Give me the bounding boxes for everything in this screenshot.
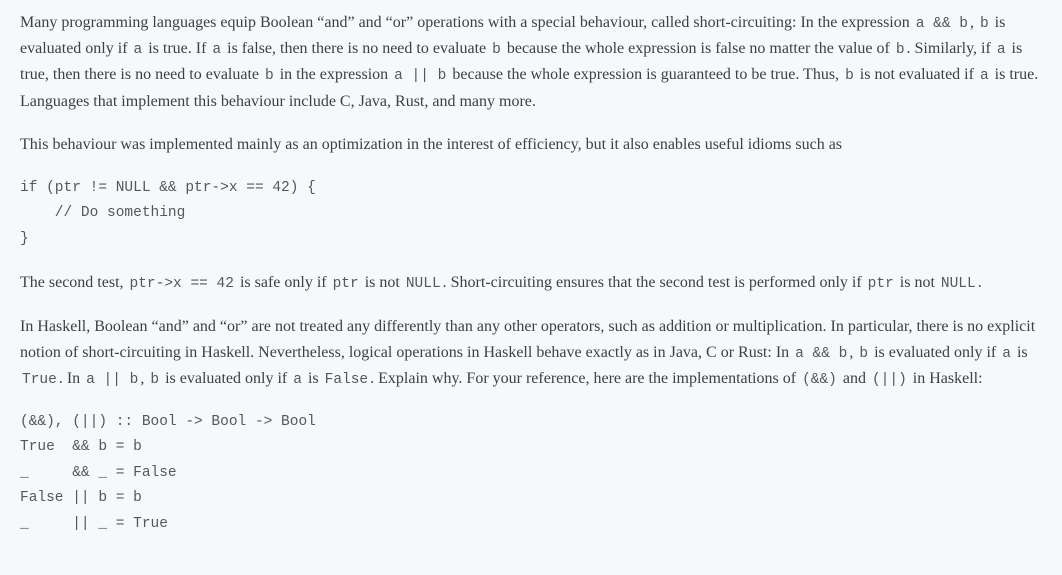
paragraph-behaviour: This behaviour was implemented mainly as… [20, 132, 1042, 158]
text: is not evaluated if [856, 66, 978, 83]
text: . [978, 274, 982, 291]
code-inline: NULL [404, 276, 443, 292]
code-inline: ptr [866, 276, 896, 292]
text: The second test, [20, 274, 128, 291]
text: is not [361, 274, 404, 291]
code-inline: a [210, 42, 223, 58]
code-inline: ptr->x == 42 [128, 276, 236, 292]
text: is [304, 370, 323, 387]
code-inline: a [978, 68, 991, 84]
text: is not [896, 274, 939, 291]
code-inline: b [857, 346, 870, 362]
code-inline: True [20, 372, 59, 388]
text: Many programming languages equip Boolean… [20, 14, 914, 31]
text: . Short-circuiting ensures that the seco… [443, 274, 866, 291]
code-inline: b [978, 16, 991, 32]
code-block-haskell: (&&), (||) :: Bool -> Bool -> Bool True … [20, 410, 1042, 537]
code-inline: b [263, 68, 276, 84]
code-inline: a [291, 372, 304, 388]
code-block-c: if (ptr != NULL && ptr->x == 42) { // Do… [20, 176, 1042, 252]
text: is evaluated only if [870, 344, 1000, 361]
code-inline: NULL [939, 276, 978, 292]
text: is true. If [144, 40, 210, 57]
document-page: Many programming languages equip Boolean… [0, 0, 1062, 575]
code-inline: (||) [870, 372, 909, 388]
paragraph-intro: Many programming languages equip Boolean… [20, 10, 1042, 114]
text: in Haskell: [909, 370, 983, 387]
text: . Explain why. For your reference, here … [370, 370, 800, 387]
code-inline: b [894, 42, 907, 58]
text: . Similarly, if [907, 40, 995, 57]
code-inline: (&&) [800, 372, 839, 388]
paragraph-haskell: In Haskell, Boolean “and” and “or” are n… [20, 314, 1042, 392]
code-inline: a [1000, 346, 1013, 362]
code-inline: ptr [331, 276, 361, 292]
text: , [970, 14, 978, 31]
code-inline: b [148, 372, 161, 388]
paragraph-second-test: The second test, ptr->x == 42 is safe on… [20, 270, 1042, 296]
text: is false, then there is no need to evalu… [223, 40, 490, 57]
text: in the expression [276, 66, 392, 83]
text: is [1013, 344, 1028, 361]
code-inline: a || b [392, 68, 448, 84]
code-inline: b [490, 42, 503, 58]
code-inline: a && b [793, 346, 849, 362]
code-inline: a [132, 42, 145, 58]
code-inline: False [323, 372, 371, 388]
text: . In [59, 370, 84, 387]
text: because the whole expression is guarante… [448, 66, 843, 83]
code-inline: a [995, 42, 1008, 58]
text: and [839, 370, 870, 387]
code-inline: a && b [914, 16, 970, 32]
code-inline: a || b [84, 372, 140, 388]
text: is safe only if [236, 274, 331, 291]
text: is evaluated only if [161, 370, 291, 387]
text: because the whole expression is false no… [503, 40, 894, 57]
code-inline: b [843, 68, 856, 84]
